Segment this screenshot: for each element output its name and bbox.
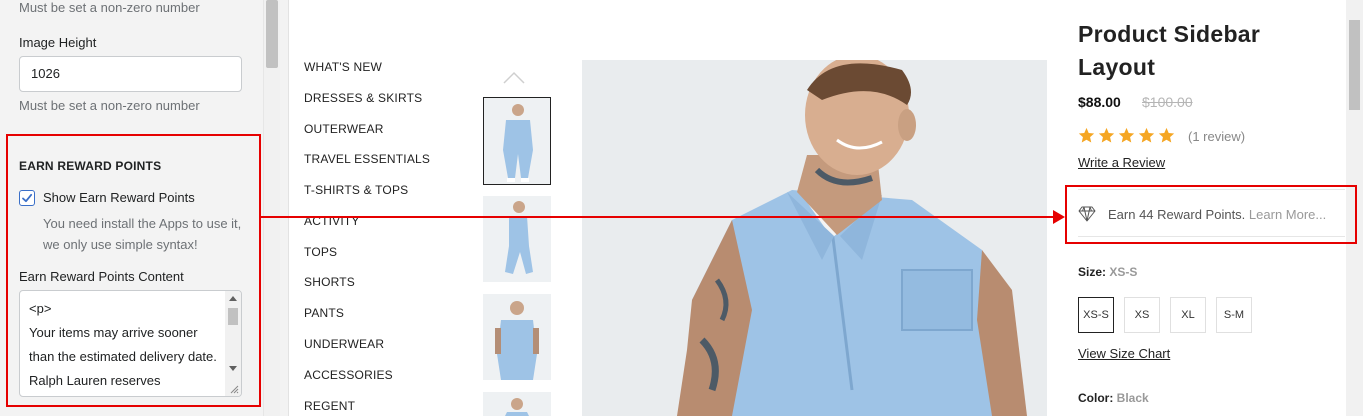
product-thumbnail[interactable]	[483, 294, 551, 380]
size-swatch-xl[interactable]: XL	[1170, 297, 1206, 333]
thumbnail-up-chevron-icon[interactable]	[502, 66, 526, 90]
product-title: Product Sidebar Layout	[1078, 21, 1261, 80]
annotation-arrow-head-icon	[1053, 210, 1065, 224]
star-icon	[1078, 127, 1095, 143]
review-count[interactable]: (1 review)	[1188, 129, 1245, 144]
menu-item-dresses-skirts[interactable]: DRESSES & SKIRTS	[304, 91, 422, 105]
product-thumbnail[interactable]	[483, 392, 551, 416]
product-thumbnail[interactable]	[483, 97, 551, 185]
image-height-label: Image Height	[19, 35, 97, 50]
size-swatch-xs[interactable]: XS	[1124, 297, 1160, 333]
star-icon	[1098, 127, 1115, 143]
color-selected-value: Black	[1116, 391, 1149, 405]
image-height-hint: Must be set a non-zero number	[19, 98, 200, 113]
menu-item-shorts[interactable]: SHORTS	[304, 275, 355, 289]
highlight-box-settings	[6, 134, 261, 407]
product-compare-price: $100.00	[1142, 94, 1193, 110]
settings-scrollbar[interactable]	[263, 0, 280, 416]
annotation-arrow-line	[261, 216, 1055, 218]
menu-item-whats-new[interactable]: WHAT'S NEW	[304, 60, 382, 74]
menu-item-outerwear[interactable]: OUTERWEAR	[304, 122, 384, 136]
top-hint-text: Must be set a non-zero number	[19, 0, 200, 15]
size-swatch-s-m[interactable]: S-M	[1216, 297, 1252, 333]
settings-scroll-thumb[interactable]	[266, 0, 278, 68]
color-option-label: Color: Black	[1078, 391, 1149, 405]
menu-item-pants[interactable]: PANTS	[304, 306, 344, 320]
star-icon	[1158, 127, 1175, 143]
menu-item-tops[interactable]: TOPS	[304, 245, 337, 259]
color-label: Color:	[1078, 391, 1114, 405]
size-selected-value: XS-S	[1109, 265, 1138, 279]
rating-stars[interactable]	[1078, 127, 1178, 145]
product-main-image[interactable]	[582, 60, 1047, 416]
menu-item-tshirts-tops[interactable]: T-SHIRTS & TOPS	[304, 183, 408, 197]
menu-item-regent[interactable]: REGENT	[304, 399, 355, 413]
view-size-chart-link[interactable]: View Size Chart	[1078, 346, 1170, 361]
highlight-box-reward	[1065, 185, 1357, 244]
menu-item-underwear[interactable]: UNDERWEAR	[304, 337, 384, 351]
menu-item-accessories[interactable]: ACCESSORIES	[304, 368, 393, 382]
write-review-link[interactable]: Write a Review	[1078, 155, 1165, 170]
size-swatch-xs-s[interactable]: XS-S	[1078, 297, 1114, 333]
product-price: $88.00	[1078, 94, 1121, 110]
preview-scroll-thumb[interactable]	[1349, 20, 1360, 110]
size-option-label: Size: XS-S	[1078, 265, 1137, 279]
size-label: Size:	[1078, 265, 1107, 279]
star-icon	[1118, 127, 1135, 143]
menu-item-travel-essentials[interactable]: TRAVEL ESSENTIALS	[304, 152, 430, 166]
image-height-input[interactable]: 1026	[19, 56, 242, 92]
star-icon	[1138, 127, 1155, 143]
product-thumbnail[interactable]	[483, 196, 551, 282]
